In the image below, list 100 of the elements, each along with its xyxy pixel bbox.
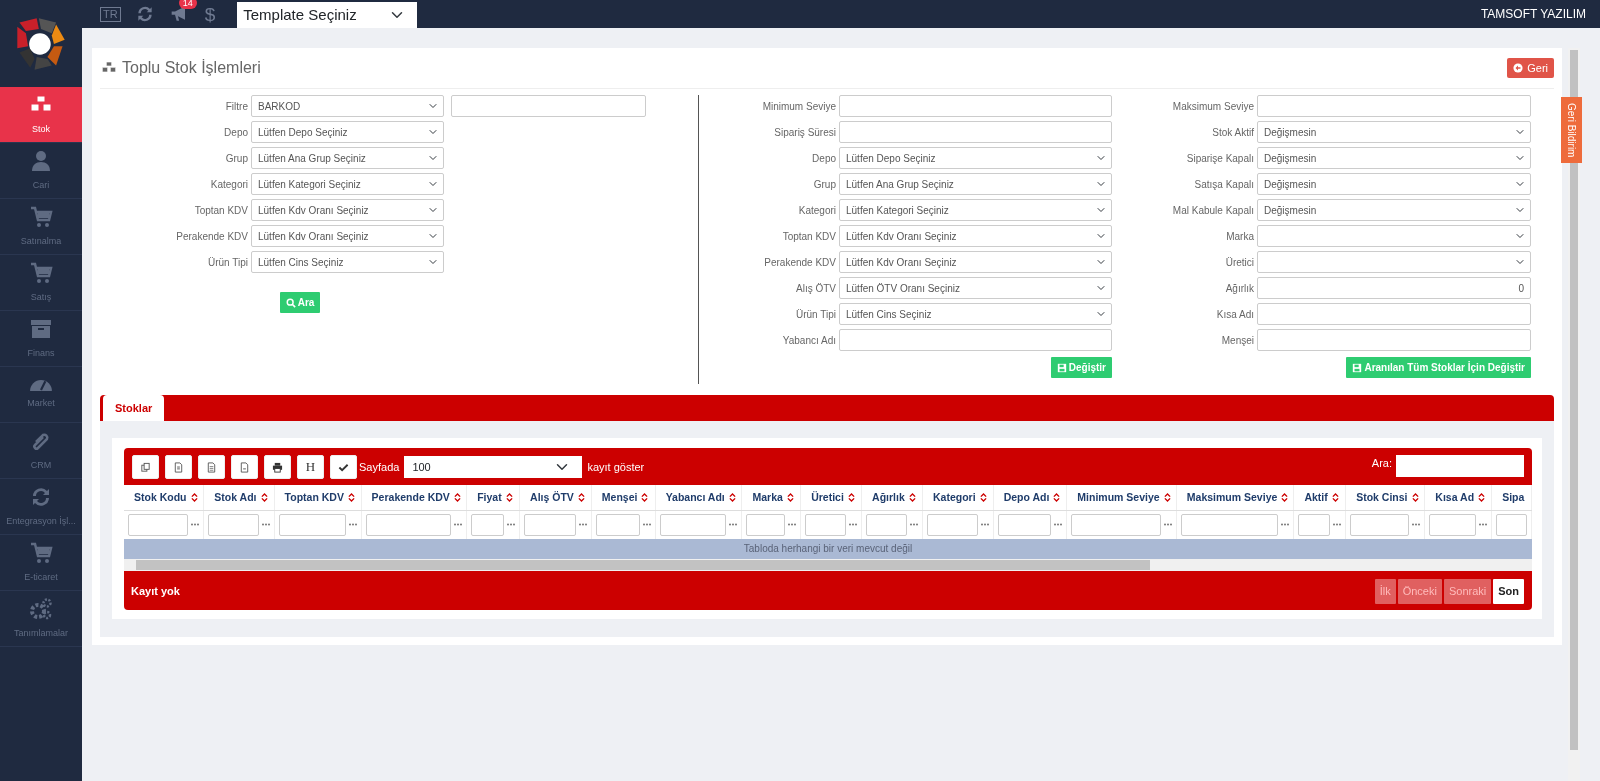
column-header[interactable]: Kısa Ad xyxy=(1424,485,1492,511)
input-field[interactable] xyxy=(1257,329,1531,351)
pagination-button[interactable]: Son xyxy=(1493,579,1524,604)
file-button[interactable] xyxy=(231,455,258,479)
input-field[interactable] xyxy=(1257,303,1531,325)
column-filter-field[interactable] xyxy=(1071,513,1161,536)
column-header[interactable]: Fiyat xyxy=(466,485,520,511)
select-field[interactable]: Değişmesin xyxy=(1257,173,1531,195)
field-label: Siparişe Kapalı xyxy=(1185,151,1254,166)
select-field[interactable]: Lütfen Ana Grup Seçiniz xyxy=(251,147,444,169)
column-filter-field[interactable] xyxy=(1350,513,1410,536)
select-field[interactable] xyxy=(1257,251,1531,273)
copy-icon xyxy=(140,461,151,473)
field-label: Sipariş Süresi xyxy=(773,125,836,140)
column-header[interactable]: Menşei xyxy=(591,485,656,511)
column-filter-field[interactable] xyxy=(365,513,452,536)
select-field[interactable]: Lütfen Kategori Seçiniz xyxy=(839,199,1112,221)
column-filter-field[interactable] xyxy=(997,513,1052,536)
select-field[interactable]: Değişmesin xyxy=(1257,121,1531,143)
tab[interactable]: Stoklar xyxy=(103,394,165,421)
select-field[interactable]: Lütfen Kdv Oranı Seçiniz xyxy=(251,199,444,221)
select-field[interactable]: Lütfen Depo Seçiniz xyxy=(251,121,444,143)
column-filter-field[interactable] xyxy=(1429,513,1477,536)
input-field[interactable] xyxy=(839,121,1112,143)
column-header[interactable]: Aktif xyxy=(1293,485,1346,511)
select-field[interactable]: BARKOD xyxy=(251,95,444,117)
search-field[interactable] xyxy=(1396,455,1524,477)
column-filter-field[interactable] xyxy=(746,513,786,536)
notification-badge: 14 xyxy=(178,0,197,9)
select-field[interactable]: Lütfen Cins Seçiniz xyxy=(839,303,1112,325)
column-filter-field[interactable] xyxy=(471,513,505,536)
column-header[interactable]: Depo Adı xyxy=(993,485,1067,511)
sort-icon xyxy=(786,493,794,503)
input-field[interactable] xyxy=(839,95,1112,117)
column-header[interactable]: Stok Cinsi xyxy=(1345,485,1425,511)
select-field[interactable]: Lütfen Kdv Oranı Seçiniz xyxy=(839,225,1112,247)
column-header[interactable]: Maksimum Seviye xyxy=(1176,485,1294,511)
select-field[interactable]: Lütfen ÖTV Oranı Seçiniz xyxy=(839,277,1112,299)
input-field[interactable] xyxy=(1257,95,1531,117)
column-header[interactable]: Üretici xyxy=(800,485,862,511)
column-filter-field[interactable] xyxy=(595,513,640,536)
field-label: Maksimum Seviye xyxy=(1171,99,1254,114)
column-filter-field[interactable] xyxy=(278,513,346,536)
input-field[interactable]: 0 xyxy=(1257,277,1531,299)
column-filter-field[interactable] xyxy=(128,513,189,536)
sort-icon xyxy=(1331,493,1339,503)
sort-icon xyxy=(728,493,736,503)
column-header[interactable]: Kategori xyxy=(922,485,994,511)
text-field[interactable] xyxy=(451,95,646,117)
column-header[interactable]: Stok Kodu xyxy=(124,485,204,511)
column-header[interactable]: Marka xyxy=(742,485,801,511)
back-button[interactable]: Geri xyxy=(1507,57,1554,79)
select-field[interactable]: Lütfen Kdv Oranı Seçiniz xyxy=(251,225,444,247)
column-filter-field[interactable] xyxy=(805,513,847,536)
user-name[interactable]: TAMSOFT YAZILIM xyxy=(1480,5,1586,23)
template-select[interactable]: Template Seçiniz xyxy=(237,2,418,28)
column-header[interactable]: Stok Adı xyxy=(203,485,275,511)
file-button[interactable] xyxy=(165,455,192,479)
column-header[interactable]: Sipa xyxy=(1491,485,1532,511)
per-page-select[interactable]: 100 xyxy=(404,456,583,478)
ellipsis-icon xyxy=(1333,523,1342,527)
select-field[interactable]: Lütfen Kategori Seçiniz xyxy=(251,173,444,195)
check-button[interactable] xyxy=(330,455,357,479)
sidebar-item[interactable]: Stok xyxy=(0,87,82,143)
file-button[interactable] xyxy=(198,455,225,479)
input-field[interactable] xyxy=(839,329,1112,351)
column-filter-field[interactable] xyxy=(1298,513,1331,536)
ellipsis-icon xyxy=(642,523,651,527)
field-label: Depo xyxy=(811,151,836,166)
sort-icon xyxy=(1163,493,1171,503)
select-field[interactable]: Lütfen Ana Grup Seçiniz xyxy=(839,173,1112,195)
select-field[interactable]: Değişmesin xyxy=(1257,199,1531,221)
column-filter-field[interactable] xyxy=(524,513,576,536)
sort-icon xyxy=(347,493,355,503)
field-label: Filtre xyxy=(224,99,248,114)
column-header[interactable]: Perakende KDV xyxy=(361,485,467,511)
column-filter-field[interactable] xyxy=(1180,513,1279,536)
field-label: Ağırlık xyxy=(1224,281,1254,296)
select-field[interactable] xyxy=(1257,225,1531,247)
column-filter-field[interactable] xyxy=(927,513,978,536)
column-header[interactable]: Toptan KDV xyxy=(274,485,362,511)
column-filter-field[interactable] xyxy=(659,513,727,536)
select-field[interactable]: Lütfen Cins Seçiniz xyxy=(251,251,444,273)
field-label: Toptan KDV xyxy=(781,229,836,244)
field-label: Mal Kabule Kapalı xyxy=(1171,203,1254,218)
column-header[interactable]: Yabancı Adı xyxy=(655,485,742,511)
copy-button[interactable] xyxy=(132,455,159,479)
select-field[interactable]: Lütfen Depo Seçiniz xyxy=(839,147,1112,169)
text-button[interactable]: H xyxy=(297,455,324,479)
column-header[interactable]: Ağırlık xyxy=(861,485,923,511)
column-filter-field[interactable] xyxy=(208,513,259,536)
column-header[interactable]: Minimum Seviye xyxy=(1066,485,1177,511)
column-header[interactable]: Alış ÖTV xyxy=(519,485,592,511)
column-filter-field[interactable] xyxy=(1496,513,1527,536)
print-button[interactable] xyxy=(264,455,291,479)
ellipsis-icon xyxy=(507,523,516,527)
select-field[interactable]: Değişmesin xyxy=(1257,147,1531,169)
column-filter-field[interactable] xyxy=(866,513,907,536)
select-field[interactable]: Lütfen Kdv Oranı Seçiniz xyxy=(839,251,1112,273)
ellipsis-icon xyxy=(578,523,587,527)
